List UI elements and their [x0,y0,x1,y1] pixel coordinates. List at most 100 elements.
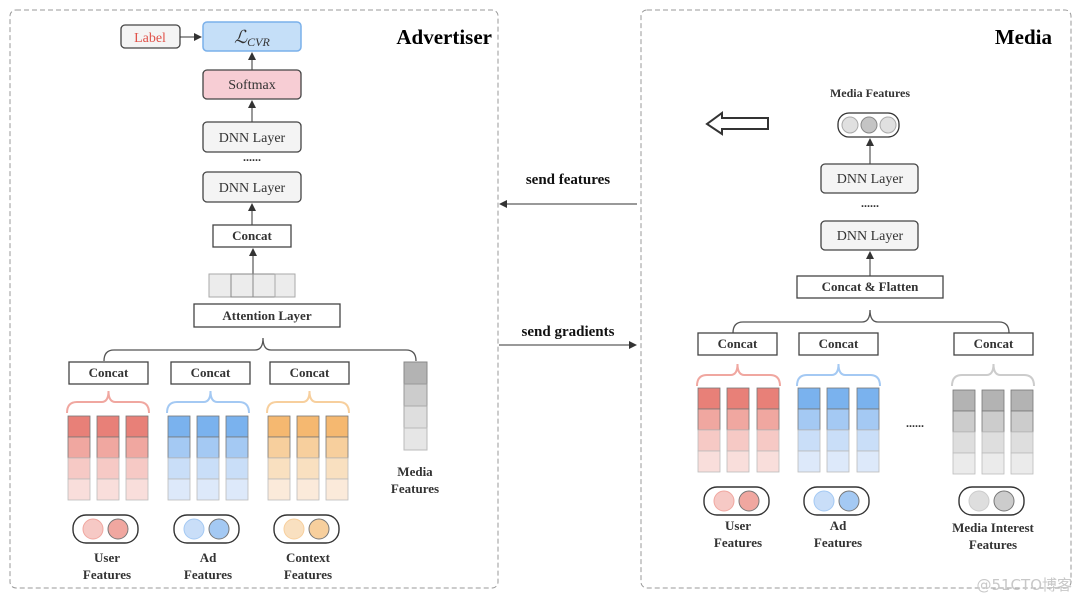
embedding-cell [981,389,1005,412]
media-features-label: Features [391,481,439,496]
embedding-cell [196,436,220,459]
feature-label: Features [83,567,131,582]
embedding-column [67,415,91,501]
feature-label: Ad [830,518,847,533]
embedding-cell [225,436,249,459]
feature-group: Concat Context Features [266,361,350,582]
concat-text: Concat [232,228,272,243]
feature-group: Concat User Features [66,361,150,582]
softmax-text: Softmax [228,78,275,93]
embedding-cell [856,450,880,473]
embedding-cell [726,387,750,410]
advertiser-brace [103,337,417,362]
embedding-cell [981,410,1005,433]
embedding-cell [952,452,976,475]
embedding-cell [826,408,850,431]
embedding-cell [167,436,191,459]
group-brace [951,363,1035,387]
embedding-cell [726,408,750,431]
media-features-embedding [837,112,900,138]
embedding-cell [756,429,780,452]
embedding-cell [296,436,320,459]
feature-label: Features [284,567,332,582]
feature-label: Features [969,537,1017,552]
group-brace [66,390,150,414]
embedding-cell [125,457,149,480]
embedding-column [167,415,191,501]
embedding-cell [96,457,120,480]
embedding-cell [981,452,1005,475]
embedding-cell [952,410,976,433]
feature-embedding-pill [958,486,1025,516]
dnn-layer-text: DNN Layer [837,172,904,187]
concat-text: Concat [290,365,330,380]
feature-label: User [94,550,120,565]
embedding-cell [697,408,721,431]
embedding-cell [325,478,349,501]
advertiser-title: Advertiser [396,25,492,49]
concat-text: Concat [974,336,1014,351]
embedding-column [797,387,821,473]
feature-label: Features [184,567,232,582]
embedding-cell [267,457,291,480]
embedding-cell [125,436,149,459]
embedding-cell [697,450,721,473]
embedding-column [697,387,721,473]
embedding-cell [756,408,780,431]
embedding-cell [225,478,249,501]
feature-embedding-pill [803,486,870,516]
embedding-cell [325,457,349,480]
embedding-cell [225,415,249,438]
watermark: @51CTO博客 [976,576,1072,594]
feature-label: User [725,518,751,533]
embedding-cell [826,450,850,473]
embedding-column [1010,389,1034,475]
label-text: Label [134,31,166,46]
embedding-column [296,415,320,501]
concat-text: Concat [718,336,758,351]
embedding-cell [67,415,91,438]
embedding-column [756,387,780,473]
between-dots: ...... [906,416,924,430]
group-brace [696,363,781,387]
hollow-left-arrow-icon [705,111,769,136]
embedding-cell [267,436,291,459]
feature-group: Concat User Features [696,332,781,550]
embedding-cell [325,436,349,459]
embedding-column [225,415,249,501]
embedding-cell [196,457,220,480]
media-feature-column [403,361,428,451]
embedding-cell [826,387,850,410]
vfl-diagram: Advertiser Media Label ℒCVR Softmax DNN … [9,9,1072,594]
feature-group: Concat Ad Features [166,361,251,582]
media-title: Media [995,25,1053,49]
embedding-cell [167,415,191,438]
group-brace [266,390,350,414]
embedding-column [952,389,976,475]
dnn-layer-text: DNN Layer [837,229,904,244]
concat-text: Concat [819,336,859,351]
embedding-cell [952,389,976,412]
feature-embedding-pill [173,514,240,544]
embedding-cell [296,457,320,480]
feature-embedding-pill [72,514,139,544]
embedding-cell [325,415,349,438]
embedding-cell [1010,389,1034,412]
embedding-cell [952,431,976,454]
feature-group: Concat Ad Features [796,332,881,550]
embedding-cell [125,478,149,501]
embedding-cell [67,478,91,501]
embedding-cell [697,429,721,452]
embedding-cell [196,478,220,501]
media-brace [732,309,1010,334]
embedding-cell [125,415,149,438]
embedding-column [96,415,120,501]
embedding-cell [756,387,780,410]
embedding-cell [296,478,320,501]
dnn-dots: ...... [243,150,261,164]
attention-output-vector [208,273,296,298]
embedding-column [981,389,1005,475]
embedding-cell [267,415,291,438]
embedding-cell [797,450,821,473]
embedding-column [856,387,880,473]
